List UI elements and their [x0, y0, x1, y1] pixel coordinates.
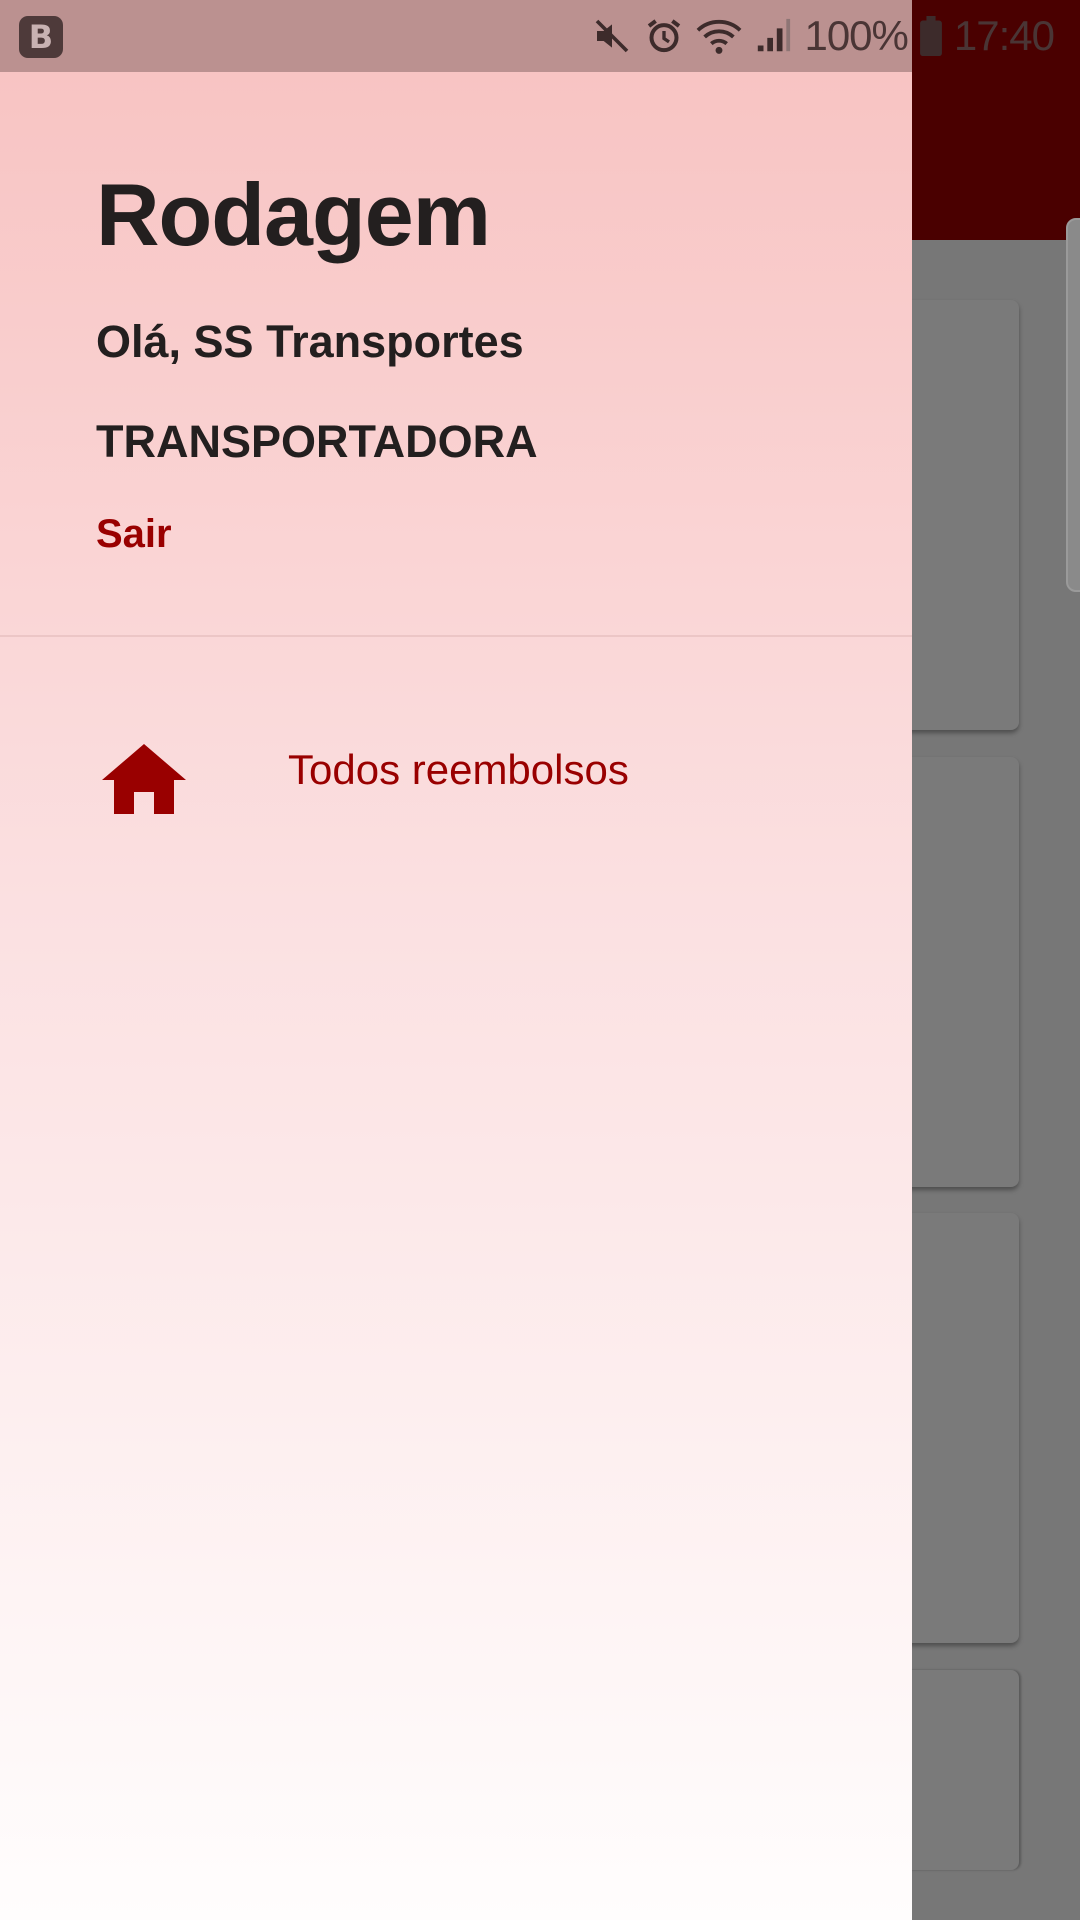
battery-percentage: 100% — [804, 12, 908, 59]
logout-link[interactable]: Sair — [96, 512, 172, 557]
wifi-icon — [696, 16, 742, 56]
signal-icon — [754, 16, 792, 56]
app-notification-icon: B — [19, 16, 63, 58]
status-bar: B 100% 17:40 — [0, 0, 1080, 72]
user-greeting: Olá, SS Transportes — [96, 316, 524, 367]
drawer-title: Rodagem — [96, 165, 491, 264]
mute-icon — [592, 16, 632, 56]
battery-icon — [919, 16, 942, 56]
drawer-item-label: Todos reembolsos — [288, 746, 629, 793]
edge-panel-handle[interactable] — [1066, 218, 1080, 592]
alarm-icon — [644, 16, 684, 56]
drawer-item-all-refunds[interactable]: Todos reembolsos — [0, 712, 912, 852]
navigation-drawer: Rodagem Olá, SS Transportes TRANSPORTADO… — [0, 72, 912, 1920]
home-icon — [102, 744, 186, 814]
drawer-header: Rodagem Olá, SS Transportes TRANSPORTADO… — [0, 72, 912, 637]
status-clock: 17:40 — [953, 12, 1055, 59]
user-role: TRANSPORTADORA — [96, 416, 538, 467]
